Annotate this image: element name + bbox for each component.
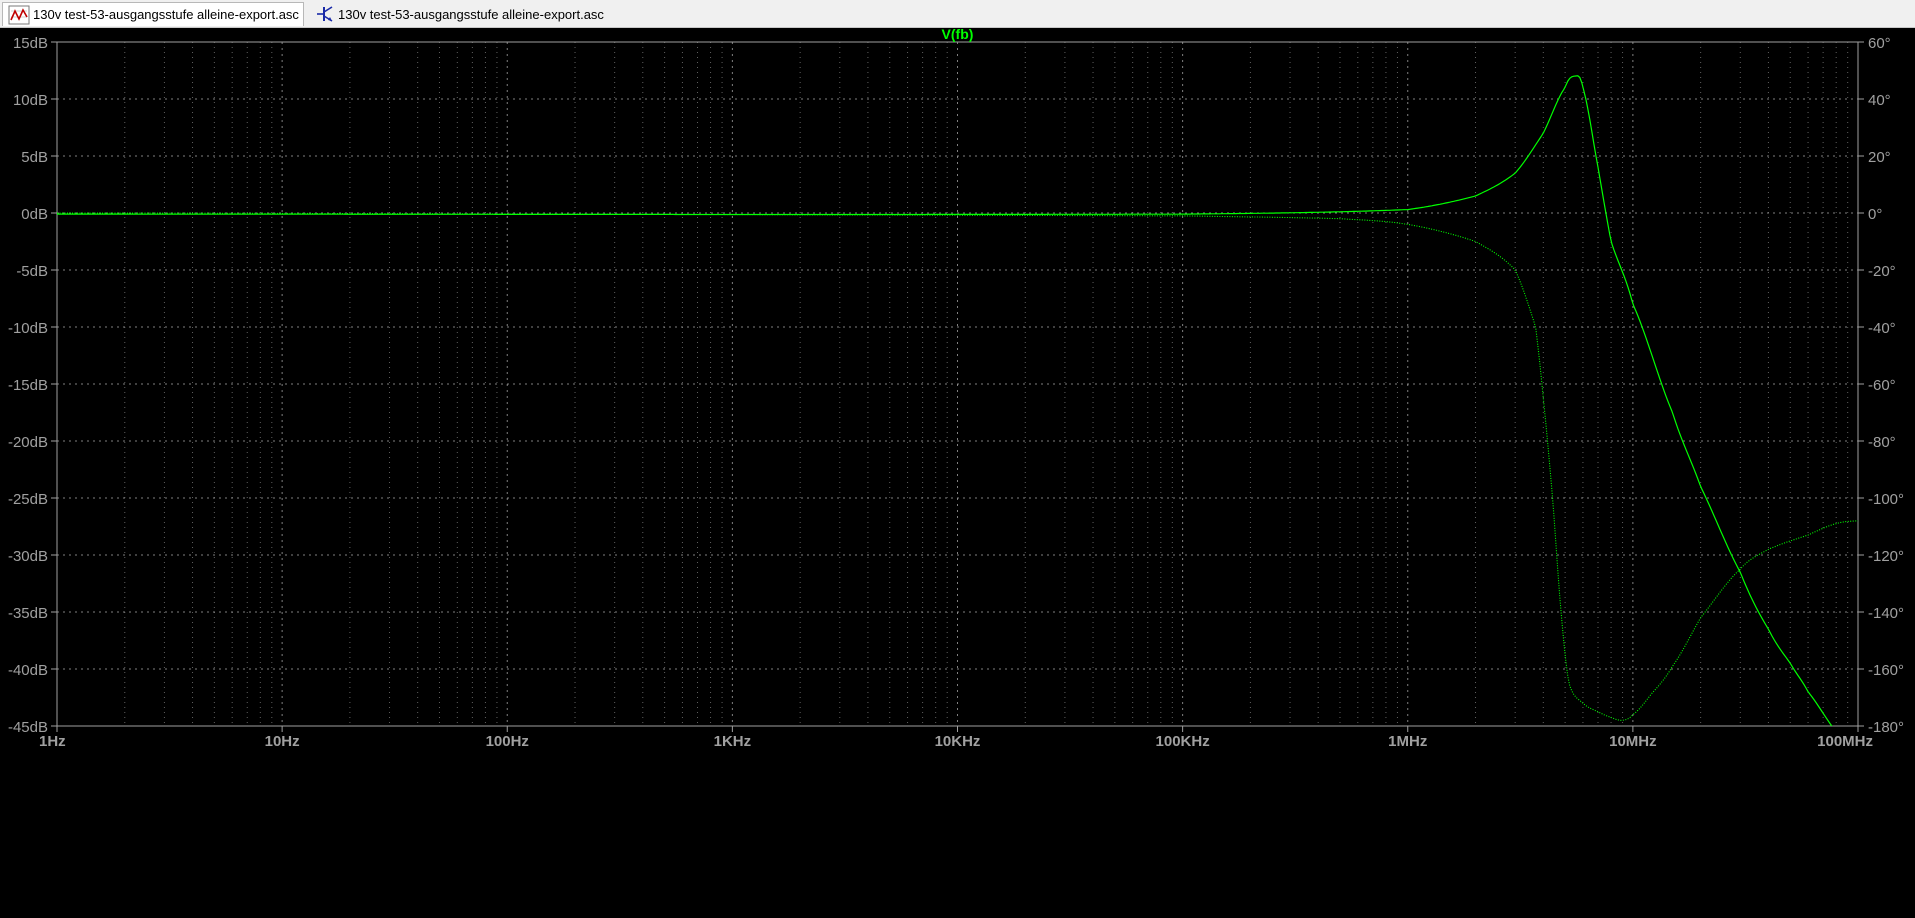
bode-chart: 15dB 10dB 5dB 0dB -5dB -10dB -15dB -20dB -25dB -3… xyxy=(8,26,1904,750)
x-tick-label: 1MHz xyxy=(1388,733,1427,750)
y-tick-label-right: 60° xyxy=(1868,35,1891,52)
tab-schematic[interactable]: 130v test-53-ausgangsstufe alleine-expor… xyxy=(308,2,610,26)
x-tick-label: 1Hz xyxy=(39,733,66,750)
y-tick-label-left: 10dB xyxy=(13,92,48,109)
x-tick-label: 10MHz xyxy=(1609,733,1657,750)
y-tick-label-left: 0dB xyxy=(21,206,48,223)
x-tick-label: 100MHz xyxy=(1817,733,1873,750)
y-tick-label-left: -20dB xyxy=(8,434,48,451)
y-tick-label-left: -10dB xyxy=(8,320,48,337)
y-tick-label-left: 15dB xyxy=(13,35,48,52)
waveform-plot-icon xyxy=(8,5,30,24)
y-tick-label-right: 0° xyxy=(1868,206,1882,223)
y-tick-label-right: -40° xyxy=(1868,320,1896,337)
bode-plot[interactable]: 15dB 10dB 5dB 0dB -5dB -10dB -15dB -20dB -25dB -3… xyxy=(0,26,1915,913)
y-tick-label-right: -160° xyxy=(1868,662,1904,679)
tab-label: 130v test-53-ausgangsstufe alleine-expor… xyxy=(338,6,604,22)
tab-bar: 130v test-53-ausgangsstufe alleine-expor… xyxy=(0,0,1915,28)
y-tick-label-right: -60° xyxy=(1868,377,1896,394)
y-tick-label-right: -100° xyxy=(1868,491,1904,508)
y-axis-right: 60° 40° 20° 0° -20° -40° -60° -80° -100° -120° -14… xyxy=(1858,35,1904,736)
y-tick-label-left: -25dB xyxy=(8,491,48,508)
x-tick-label: 10Hz xyxy=(265,733,300,750)
y-tick-label-left: -15dB xyxy=(8,377,48,394)
y-tick-label-right: -180° xyxy=(1868,719,1904,736)
y-tick-label-right: 40° xyxy=(1868,92,1891,109)
y-tick-label-left: -40dB xyxy=(8,662,48,679)
y-tick-label-left: -5dB xyxy=(16,263,48,280)
tab-label: 130v test-53-ausgangsstufe alleine-expor… xyxy=(33,7,299,22)
y-tick-label-right: -120° xyxy=(1868,548,1904,565)
y-axis-left: 15dB 10dB 5dB 0dB -5dB -10dB -15dB -20dB -25dB -3… xyxy=(8,35,57,736)
x-tick-label: 100KHz xyxy=(1156,733,1210,750)
y-tick-label-right: -20° xyxy=(1868,263,1896,280)
y-tick-label-right: -80° xyxy=(1868,434,1896,451)
x-tick-label: 10KHz xyxy=(935,733,981,750)
x-tick-label: 100Hz xyxy=(486,733,529,750)
y-tick-label-right: -140° xyxy=(1868,605,1904,622)
chart-title[interactable]: V(fb) xyxy=(942,26,974,42)
tab-waveform-plot[interactable]: 130v test-53-ausgangsstufe alleine-expor… xyxy=(2,2,304,26)
y-tick-label-right: 20° xyxy=(1868,149,1891,166)
x-axis: 1Hz 10Hz 100Hz 1KHz 10KHz 100KHz 1MHz 10MHz 100M… xyxy=(39,726,1873,750)
y-tick-label-left: -30dB xyxy=(8,548,48,565)
grid xyxy=(57,42,1858,726)
y-tick-label-left: -35dB xyxy=(8,605,48,622)
schematic-icon xyxy=(317,6,333,22)
x-tick-label: 1KHz xyxy=(714,733,752,750)
y-tick-label-left: 5dB xyxy=(21,149,48,166)
